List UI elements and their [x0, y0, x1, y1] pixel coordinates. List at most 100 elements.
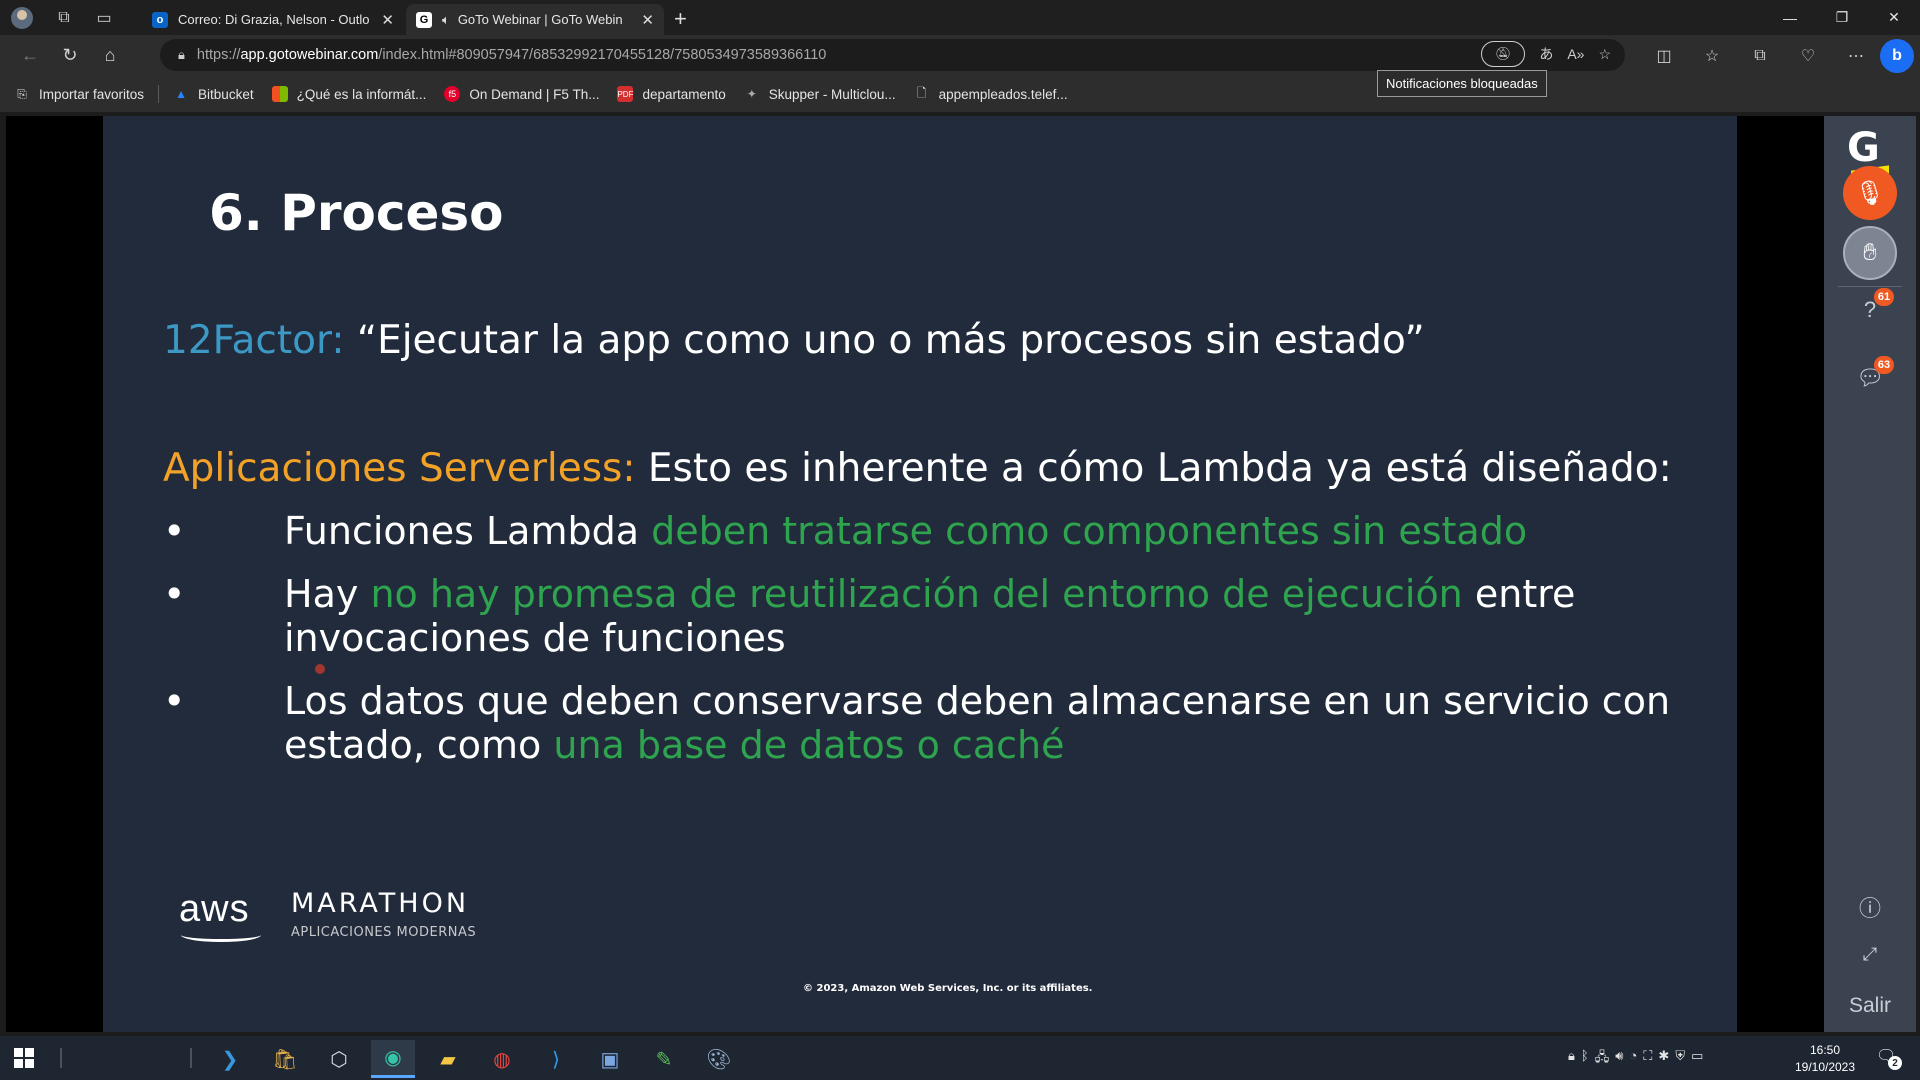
bookmark-bitbucket[interactable]: ▲ Bitbucket [173, 86, 254, 102]
bookmark-label: Importar favoritos [39, 86, 145, 102]
close-tab-icon[interactable]: ✕ [381, 11, 394, 29]
marathon-logo: MARATHON APLICACIONES MODERNAS [291, 888, 476, 940]
new-tab-button[interactable]: + [674, 6, 687, 32]
paint-icon[interactable]: 🎨︎ [697, 1040, 741, 1078]
action-center-button[interactable]: 🗨︎ 2 [1876, 1046, 1902, 1070]
microphone-button[interactable]: 🎙︎ [1843, 166, 1897, 220]
collections-icon[interactable]: ⧉ [1736, 47, 1784, 65]
tray-app-icon[interactable]: ⛶ [1643, 1048, 1652, 1070]
virtualbox-icon[interactable]: ⬡ [317, 1040, 361, 1078]
notifications-blocked-icon[interactable]: 🔕︎ [1481, 41, 1526, 67]
expand-icon: ⤢ [1862, 943, 1878, 964]
bookmark-skupper[interactable]: ✦ Skupper - Multiclou... [744, 86, 896, 102]
info-icon: ⓘ [1858, 896, 1881, 921]
network-icon[interactable]: 🖧︎ [1595, 1048, 1610, 1070]
bookmark-label: On Demand | F5 Th... [469, 86, 600, 102]
notepad-icon[interactable]: ✎ [642, 1040, 686, 1078]
slide-title: 6. Proceso [209, 184, 504, 242]
windows-logo-icon [14, 1048, 23, 1057]
bluetooth-icon[interactable]: ᛒ [1581, 1048, 1589, 1070]
close-window-button[interactable]: ✕ [1868, 0, 1920, 35]
powershell-icon[interactable]: ❯ [208, 1040, 252, 1078]
taskbar-clock[interactable]: 16:50 19/10/2023 [1780, 1042, 1870, 1076]
edge-icon[interactable]: ◉ [371, 1040, 415, 1078]
teams-icon[interactable]: ✱ [1658, 1048, 1669, 1070]
window-controls: — ❐ ✕ [1764, 0, 1920, 35]
minimize-button[interactable]: — [1764, 0, 1816, 35]
profile-button[interactable] [0, 0, 44, 35]
url-host: app.gotowebinar.com [240, 47, 379, 63]
address-bar-actions: 🔕︎ あ A» ☆ [1481, 41, 1611, 67]
close-tab-icon[interactable]: ✕ [641, 11, 654, 29]
tab-gotowebinar[interactable]: G 🔈︎ GoTo Webinar | GoTo Webin ✕ [406, 4, 664, 35]
bookmark-departamento[interactable]: PDF departamento [617, 86, 726, 102]
browser-toolbar: ← ↻ ⌂ 🔒︎ https://app.gotowebinar.com/ind… [0, 35, 1920, 76]
bullet-item: • Funciones Lambda deben tratarse como c… [163, 509, 1527, 553]
questions-button[interactable]: ? 61 [1854, 288, 1894, 326]
system-tray: 🔒︎ ᛒ 🖧︎ 🔊︎ ◔ ⛶ ✱ ⛨ ▭ [1568, 1048, 1703, 1070]
bookmark-appempleados[interactable]: 🗋︎ appempleados.telef... [914, 86, 1068, 102]
serverless-text: Esto es inherente a cómo Lambda ya está … [635, 446, 1672, 491]
address-bar[interactable]: 🔒︎ https://app.gotowebinar.com/index.htm… [160, 39, 1625, 71]
bullet-item: • Los datos que deben conservarse deben … [163, 679, 1670, 767]
serverless-heading: Aplicaciones Serverless: Esto es inheren… [163, 446, 1672, 491]
bing-copilot-icon[interactable]: b [1880, 38, 1914, 73]
microphone-muted-icon: 🎙︎ [1854, 179, 1886, 207]
browser-essentials-icon[interactable]: ♡ [1784, 46, 1832, 66]
more-menu-icon[interactable]: ⋯ [1832, 46, 1880, 66]
volume-icon[interactable]: 🔊︎ [1615, 1048, 1623, 1070]
info-button[interactable]: ⓘ [1854, 891, 1886, 923]
favorite-star-icon[interactable]: ☆ [1598, 46, 1611, 63]
screen: ⧉ ▭ o Correo: Di Grazia, Nelson - Outlo … [0, 0, 1920, 1080]
read-aloud-icon[interactable]: A» [1567, 46, 1584, 62]
bookmark-label: Bitbucket [198, 86, 254, 102]
home-button[interactable]: ⌂ [90, 38, 130, 74]
bitbucket-icon: ▲ [175, 87, 187, 101]
bullet-icon: • [163, 679, 186, 723]
tab-outlook[interactable]: o Correo: Di Grazia, Nelson - Outlo ✕ [142, 4, 404, 35]
exit-button[interactable]: Salir [1824, 994, 1916, 1018]
tab-actions-icon[interactable]: ▭ [84, 0, 124, 35]
avatar [11, 6, 33, 29]
chat-button[interactable]: 💬︎ 63 [1854, 356, 1894, 394]
remote-desktop-icon[interactable]: ▣ [588, 1040, 632, 1078]
vscode-icon[interactable]: ⟩ [534, 1040, 578, 1078]
tray-app-icon[interactable]: ◔ [1629, 1048, 1637, 1070]
bookmark-informatica[interactable]: ¿Qué es la informát... [271, 86, 426, 102]
favorites-icon[interactable]: ☆ [1688, 46, 1736, 66]
page-icon: 🗋︎ [916, 85, 927, 100]
bookmark-divider [158, 85, 160, 103]
marathon-subtitle: APLICACIONES MODERNAS [291, 925, 477, 940]
chrome-icon[interactable]: ◍ [480, 1040, 524, 1078]
store-icon[interactable]: 🛍︎ [263, 1040, 307, 1078]
speaker-icon[interactable]: 🔈︎ [442, 12, 450, 28]
workspaces-icon[interactable]: ⧉ [44, 0, 84, 35]
microsoft-icon [271, 86, 288, 102]
refresh-button[interactable]: ↻ [50, 38, 90, 74]
url-text: https://app.gotowebinar.com/index.html#8… [197, 47, 826, 63]
tray-lock-icon[interactable]: 🔒︎ [1568, 1048, 1575, 1070]
fullscreen-button[interactable]: ⤢ [1854, 938, 1886, 970]
lock-icon[interactable]: 🔒︎ [178, 47, 185, 63]
bullet-icon: • [163, 509, 186, 553]
bullet-line: Hay no hay promesa de reutilización del … [284, 572, 1575, 616]
defender-icon[interactable]: ⛨ [1675, 1048, 1685, 1070]
start-button[interactable] [14, 1048, 34, 1068]
questions-count-badge: 61 [1874, 288, 1894, 306]
goto-icon: G [416, 11, 432, 28]
file-explorer-icon[interactable]: ▰ [426, 1040, 470, 1078]
back-button[interactable]: ← [10, 38, 50, 74]
panel-divider [1838, 286, 1902, 287]
bullet-highlight: no hay promesa de reutilización del ento… [370, 572, 1463, 616]
translate-icon[interactable]: あ [1539, 44, 1553, 64]
raise-hand-button[interactable]: ✋︎ [1843, 226, 1897, 280]
bookmark-f5[interactable]: f5 On Demand | F5 Th... [444, 86, 599, 102]
bookmark-label: appempleados.telef... [938, 86, 1068, 102]
restore-button[interactable]: ❐ [1816, 0, 1868, 35]
battery-icon[interactable]: ▭ [1691, 1048, 1703, 1070]
bookmark-import-favorites[interactable]: ⎘ Importar favoritos [14, 86, 144, 102]
split-screen-icon[interactable]: ◫ [1640, 46, 1688, 66]
bullet-line: Funciones Lambda deben tratarse como com… [284, 509, 1527, 553]
browser-extensions: ◫ ☆ ⧉ ♡ ⋯ b [1640, 35, 1920, 76]
presenter-pointer [315, 664, 325, 674]
